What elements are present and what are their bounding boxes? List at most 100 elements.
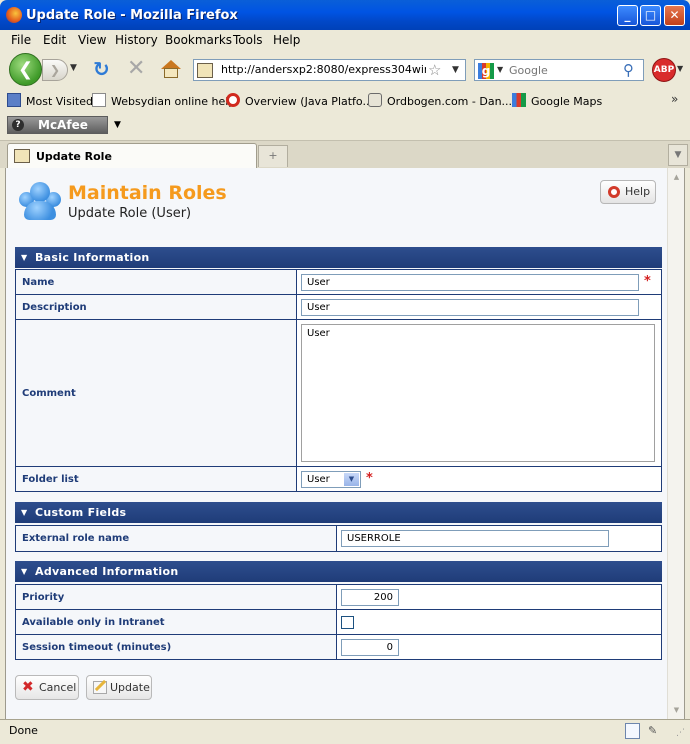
collapse-triangle-icon[interactable]: ▼ xyxy=(21,561,27,582)
folder-list-label: Folder list xyxy=(15,466,297,492)
table-row: Available only in Intranet xyxy=(15,609,662,635)
maximize-button[interactable]: □ xyxy=(640,5,661,26)
session-timeout-cell: 0 xyxy=(336,634,662,660)
external-role-name-cell: USERROLE xyxy=(336,525,662,552)
vertical-scrollbar[interactable]: ▲ ▼ xyxy=(667,168,684,719)
bookmark-java-overview[interactable]: Overview (Java Platfo... xyxy=(226,93,373,108)
menu-file[interactable]: File xyxy=(11,33,31,47)
adblock-dropdown-icon[interactable]: ▼ xyxy=(677,64,683,73)
page-content: Maintain Roles Update Role (User) Help ▼… xyxy=(5,168,685,719)
intranet-only-cell xyxy=(336,609,662,635)
name-field[interactable]: User xyxy=(301,273,639,291)
bookmark-folder-icon xyxy=(7,93,21,107)
external-role-name-field[interactable]: USERROLE xyxy=(341,530,609,547)
table-row: Description User xyxy=(15,294,662,320)
menu-view[interactable]: View xyxy=(78,33,106,47)
menu-edit[interactable]: Edit xyxy=(43,33,66,47)
resize-grip-icon[interactable]: ⋰ xyxy=(676,728,685,738)
menu-help[interactable]: Help xyxy=(273,33,300,47)
back-button[interactable]: ❮ xyxy=(9,53,42,86)
priority-field[interactable]: 200 xyxy=(341,588,399,606)
url-text[interactable]: http://andersxp2:8080/express304win/sit xyxy=(221,63,426,76)
page-title: Maintain Roles xyxy=(68,182,227,204)
section-header-basic[interactable]: ▼ Basic Information xyxy=(15,247,662,268)
search-input[interactable] xyxy=(509,62,619,78)
page-info-icon[interactable] xyxy=(625,723,640,739)
intranet-only-checkbox[interactable] xyxy=(341,615,354,629)
stop-icon[interactable]: ✕ xyxy=(127,58,145,80)
external-role-name-label: External role name xyxy=(15,525,337,552)
bookmark-google-maps[interactable]: Google Maps xyxy=(512,93,602,108)
lifebuoy-icon xyxy=(608,186,620,198)
chevron-down-icon[interactable]: ▼ xyxy=(344,472,359,486)
page-icon xyxy=(92,93,106,107)
comment-textarea[interactable]: User xyxy=(301,324,655,462)
site-favicon-icon xyxy=(14,149,30,163)
tab-strip: Update Role + ▼ xyxy=(0,140,690,168)
firefox-icon xyxy=(6,7,22,23)
mcafee-dropdown-icon[interactable]: ▼ xyxy=(114,120,121,130)
search-engine-dropdown-icon[interactable]: ▼ xyxy=(497,65,503,74)
session-timeout-field[interactable]: 0 xyxy=(341,638,399,656)
intranet-only-label: Available only in Intranet xyxy=(15,609,337,635)
menu-bar: File Edit View History Bookmarks Tools H… xyxy=(0,30,690,50)
comment-cell: User xyxy=(296,319,662,467)
table-row: Folder list User ▼ * xyxy=(15,466,662,492)
bookmarks-overflow-chevron-icon[interactable]: » xyxy=(671,92,678,106)
help-button[interactable]: Help xyxy=(600,180,656,204)
close-window-button[interactable]: ✕ xyxy=(664,5,685,26)
addon-status-icon[interactable]: ✎ xyxy=(648,724,657,737)
edit-pencil-icon xyxy=(93,681,107,694)
menu-bookmarks[interactable]: Bookmarks xyxy=(165,33,232,47)
mcafee-button[interactable]: ? McAfee xyxy=(7,116,108,134)
oracle-icon xyxy=(226,93,240,107)
tab-list-dropdown-icon[interactable]: ▼ xyxy=(668,144,688,166)
tab-update-role[interactable]: Update Role xyxy=(7,143,257,168)
name-label: Name xyxy=(15,269,297,295)
adblock-plus-icon[interactable]: ABP xyxy=(652,58,676,82)
reload-icon[interactable]: ↻ xyxy=(93,59,110,79)
url-dropdown-icon[interactable]: ▼ xyxy=(452,65,459,75)
section-header-custom[interactable]: ▼ Custom Fields xyxy=(15,502,662,523)
folder-list-select[interactable]: User ▼ xyxy=(301,470,361,488)
search-bar[interactable]: g ▼ ⚲ xyxy=(474,59,644,81)
menu-history[interactable]: History xyxy=(115,33,158,47)
search-icon[interactable]: ⚲ xyxy=(623,61,634,79)
collapse-triangle-icon[interactable]: ▼ xyxy=(21,247,27,268)
custom-fields-table: External role name USERROLE xyxy=(15,525,662,552)
scroll-down-icon[interactable]: ▼ xyxy=(669,702,684,718)
table-row: Comment User xyxy=(15,319,662,467)
status-bar: Done ✎ ⋰ xyxy=(0,719,690,744)
url-bar[interactable]: http://andersxp2:8080/express304win/sit … xyxy=(193,59,466,81)
table-row: Name User * xyxy=(15,269,662,295)
new-tab-button[interactable]: + xyxy=(258,145,288,167)
menu-tools[interactable]: Tools xyxy=(233,33,263,47)
home-icon[interactable] xyxy=(160,60,182,78)
name-cell: User * xyxy=(296,269,662,295)
google-engine-icon[interactable]: g xyxy=(478,63,494,79)
table-row: External role name USERROLE xyxy=(15,525,662,552)
window-titlebar: Update Role - Mozilla Firefox _ □ ✕ xyxy=(0,0,690,30)
bookmark-ordbogen[interactable]: Ordbogen.com - Dan... xyxy=(368,93,512,108)
section-header-advanced[interactable]: ▼ Advanced Information xyxy=(15,561,662,582)
navigation-toolbar: ❮ ❯ ▼ ↻ ✕ http://andersxp2:8080/express3… xyxy=(0,50,690,88)
minimize-button[interactable]: _ xyxy=(617,5,638,26)
page-subtitle: Update Role (User) xyxy=(68,206,192,221)
window-title: Update Role - Mozilla Firefox xyxy=(26,8,238,23)
site-favicon-icon xyxy=(197,63,213,78)
collapse-triangle-icon[interactable]: ▼ xyxy=(21,502,27,523)
update-button[interactable]: Update xyxy=(86,675,152,700)
scroll-up-icon[interactable]: ▲ xyxy=(669,169,684,185)
bookmark-star-icon[interactable]: ☆ xyxy=(428,61,441,79)
required-marker: * xyxy=(644,274,651,289)
folder-list-cell: User ▼ * xyxy=(296,466,662,492)
status-text: Done xyxy=(9,724,38,737)
mcafee-toolbar: ? McAfee ▼ xyxy=(0,113,690,137)
forward-button[interactable]: ❯ xyxy=(42,59,68,81)
cancel-button[interactable]: ✖ Cancel xyxy=(15,675,79,700)
history-dropdown-icon[interactable]: ▼ xyxy=(70,63,77,73)
bookmark-websydian[interactable]: Websydian online help xyxy=(92,93,235,108)
description-field[interactable]: User xyxy=(301,298,639,316)
bookmark-most-visited[interactable]: Most Visited xyxy=(7,93,93,108)
comment-label: Comment xyxy=(15,319,297,467)
